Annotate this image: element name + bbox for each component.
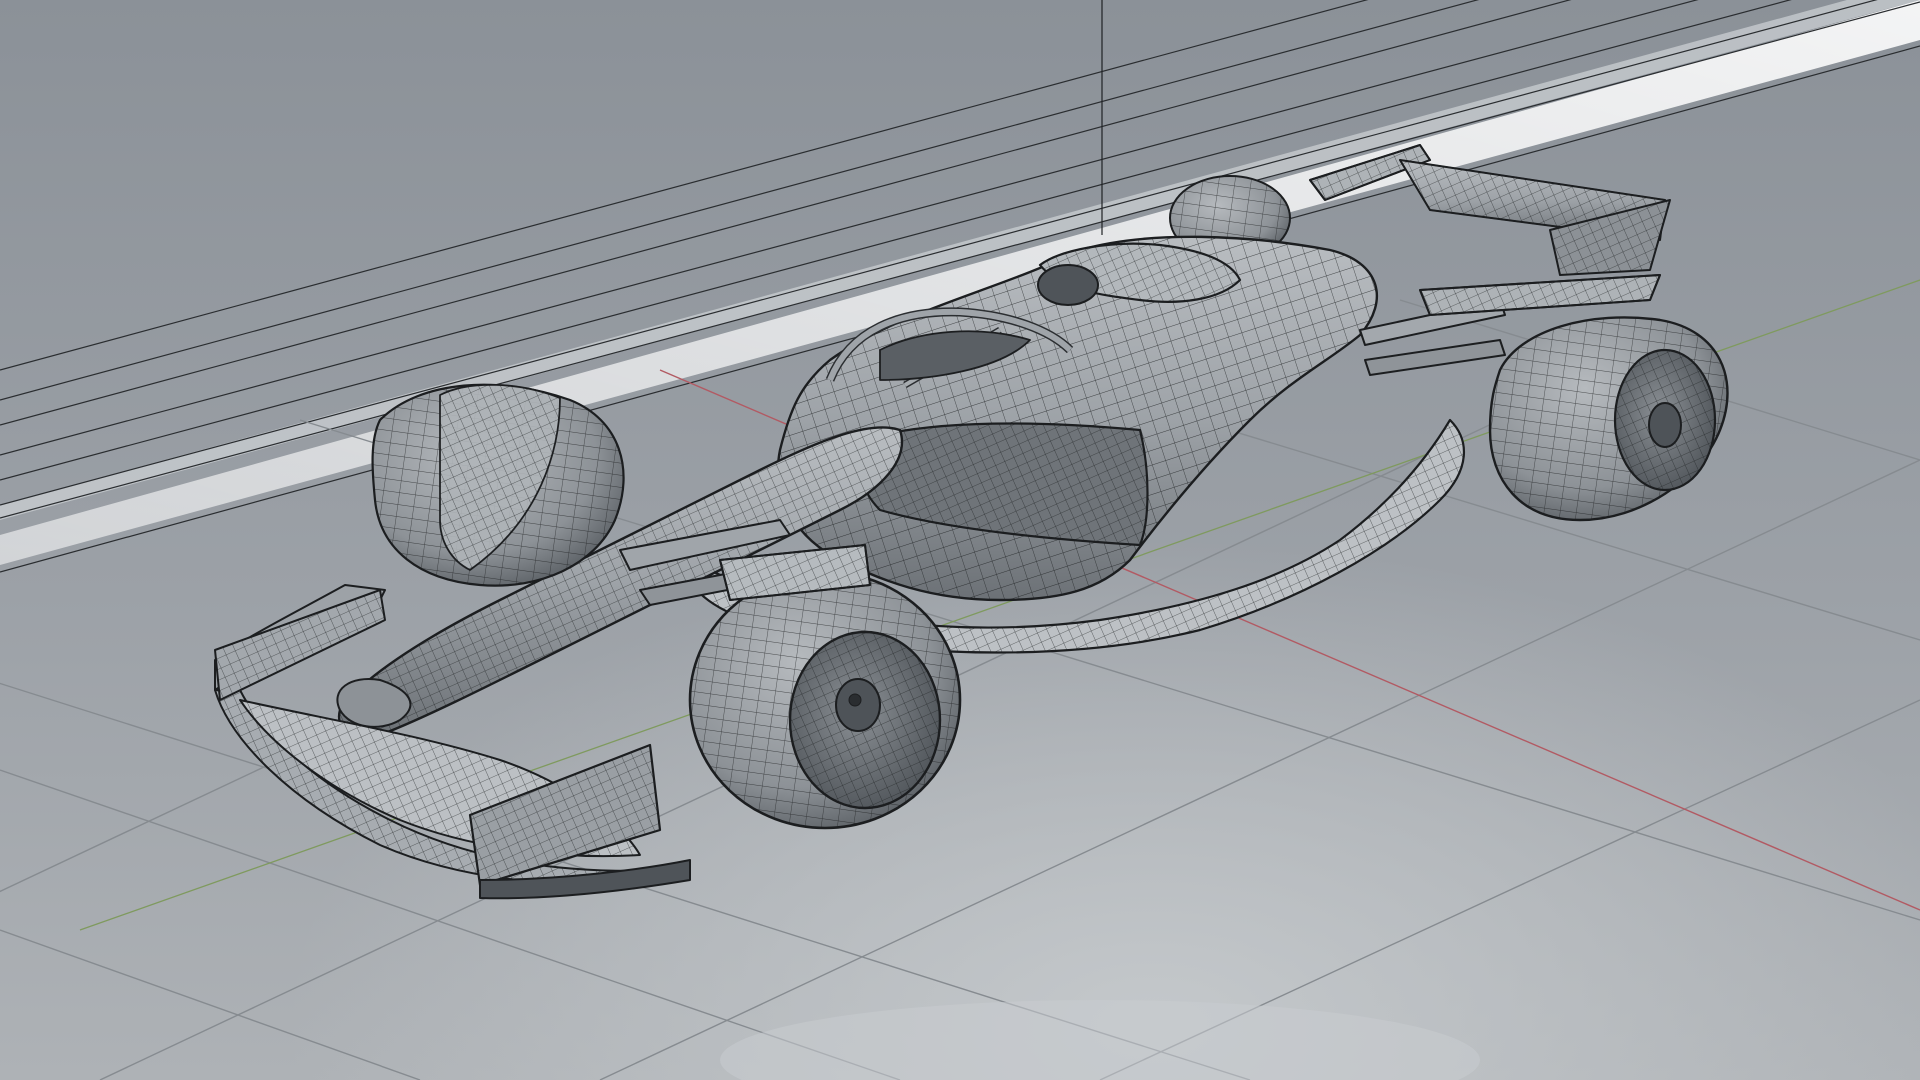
- 3d-viewport[interactable]: [0, 0, 1920, 1080]
- front-right-tyre[interactable]: [688, 570, 962, 830]
- viewport-canvas[interactable]: [0, 0, 1920, 1080]
- front-left-tyre[interactable]: [371, 383, 625, 587]
